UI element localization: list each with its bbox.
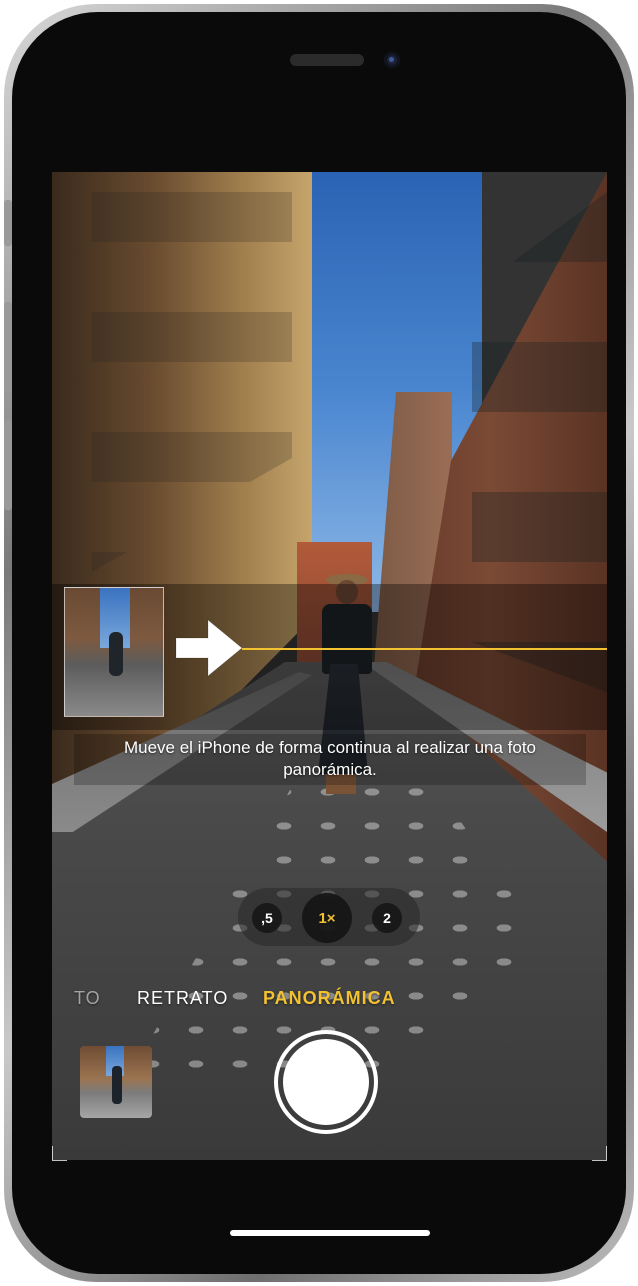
mode-panoramica[interactable]: PANORÁMICA — [263, 988, 396, 1009]
camera-screen: Mueve el iPhone de forma continua al rea… — [52, 172, 607, 1160]
zoom-selector: ,5 1× 2 — [238, 888, 420, 946]
panorama-hint: Mueve el iPhone de forma continua al rea… — [74, 734, 586, 785]
volume-down-button — [4, 420, 12, 510]
panorama-hint-line1: Mueve el iPhone de forma continua al rea… — [123, 738, 537, 757]
camera-mode-picker: TO RETRATO PANORÁMICA — [52, 984, 607, 1012]
zoom-1x-button[interactable]: 1× — [302, 893, 352, 943]
mute-switch — [4, 200, 12, 246]
zoom-2x-button[interactable]: 2 — [372, 903, 402, 933]
arrow-right-icon[interactable] — [174, 618, 244, 678]
volume-up-button — [4, 302, 12, 392]
frame-corner-bottom-left — [52, 1146, 67, 1161]
last-photo-thumbnail[interactable] — [80, 1046, 152, 1118]
panorama-guide-line — [242, 648, 607, 650]
frame-corner-bottom-right — [592, 1146, 607, 1161]
panorama-progress-thumbnail — [64, 587, 164, 717]
front-camera — [384, 52, 400, 68]
mode-retrato[interactable]: RETRATO — [137, 988, 228, 1009]
home-indicator[interactable] — [230, 1230, 430, 1236]
panorama-hint-line2: panorámica. — [283, 760, 377, 779]
earpiece-speaker — [290, 54, 364, 66]
mode-foto[interactable]: TO — [74, 988, 101, 1009]
shutter-button[interactable] — [283, 1039, 369, 1125]
zoom-0-5-button[interactable]: ,5 — [252, 903, 282, 933]
